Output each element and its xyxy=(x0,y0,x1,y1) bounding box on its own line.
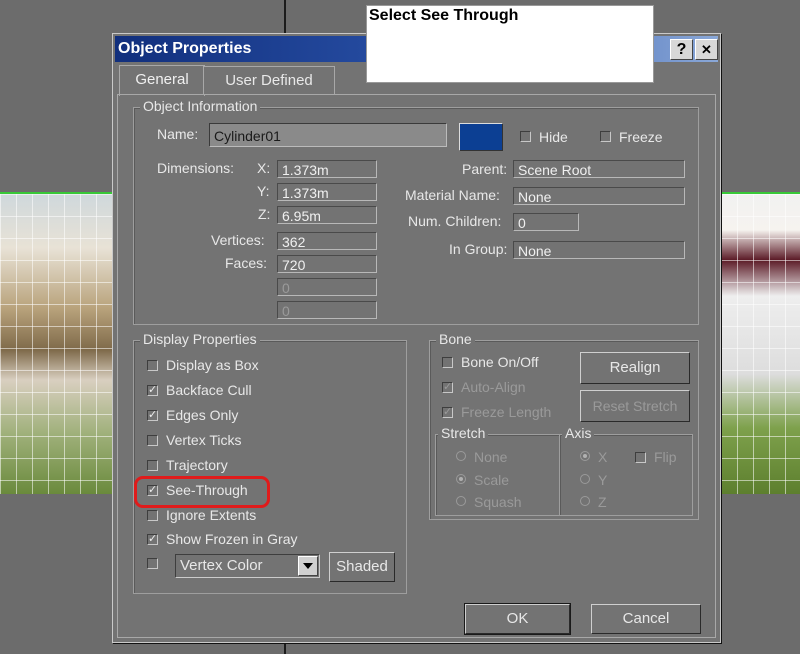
aircraft-photo-left xyxy=(0,192,114,494)
freeze-checkbox[interactable] xyxy=(600,131,611,142)
z-value: 6.95m xyxy=(277,206,377,224)
parent-value: Scene Root xyxy=(513,160,685,178)
stretch-none-label: None xyxy=(474,449,508,465)
y-label: Y: xyxy=(257,183,270,199)
x-label: X: xyxy=(257,160,271,176)
y-value: 1.373m xyxy=(277,183,377,201)
freeze-label: Freeze xyxy=(619,129,663,145)
edges-only-checkbox[interactable]: ✓ xyxy=(147,410,158,421)
realign-button[interactable]: Realign xyxy=(580,352,690,384)
in-group-value: None xyxy=(513,241,685,259)
display-properties-label: Display Properties xyxy=(140,331,260,347)
object-color-swatch[interactable] xyxy=(459,123,503,151)
see-through-highlight xyxy=(134,476,270,508)
vertex-color-dropdown[interactable]: Vertex Color xyxy=(175,554,320,578)
axis-group: Axis xyxy=(559,425,693,516)
bone-on-off-checkbox[interactable] xyxy=(442,357,453,368)
num-children-value: 0 xyxy=(513,213,579,231)
flip-checkbox[interactable] xyxy=(635,452,646,463)
stretch-none-radio[interactable] xyxy=(456,451,466,461)
parent-label: Parent: xyxy=(462,161,508,177)
dimensions-label: Dimensions: xyxy=(157,160,235,176)
vertex-ticks-checkbox[interactable] xyxy=(147,435,158,446)
ignore-extents-checkbox[interactable] xyxy=(147,510,158,521)
trajectory-label: Trajectory xyxy=(166,457,228,473)
ok-button[interactable]: OK xyxy=(464,603,571,635)
display-as-box-checkbox[interactable] xyxy=(147,360,158,371)
backface-cull-label: Backface Cull xyxy=(166,382,252,398)
flip-label: Flip xyxy=(654,449,677,465)
vertices-label: Vertices: xyxy=(211,232,265,248)
dialog-title: Object Properties xyxy=(118,40,252,57)
faces-value: 720 xyxy=(277,255,377,273)
display-as-box-label: Display as Box xyxy=(166,357,259,373)
vertex-color-checkbox[interactable] xyxy=(147,558,158,569)
x-value: 1.373m xyxy=(277,160,377,178)
material-name-value: None xyxy=(513,187,685,205)
axis-z-label: Z xyxy=(598,494,607,510)
backface-cull-checkbox[interactable]: ✓ xyxy=(147,385,158,396)
axis-label: Axis xyxy=(562,425,595,441)
auto-align-label: Auto-Align xyxy=(461,379,526,395)
bone-label: Bone xyxy=(436,331,475,347)
axis-x-radio[interactable] xyxy=(580,451,590,461)
stretch-scale-radio[interactable] xyxy=(456,474,466,484)
tab-general[interactable]: General xyxy=(119,65,205,96)
tab-user-defined[interactable]: User Defined xyxy=(203,66,335,95)
reset-stretch-button[interactable]: Reset Stretch xyxy=(580,390,690,422)
aircraft-photo-right xyxy=(721,192,800,494)
material-name-label: Material Name: xyxy=(405,187,500,203)
chevron-down-icon[interactable] xyxy=(298,556,318,576)
cancel-button[interactable]: Cancel xyxy=(591,604,701,634)
z-label: Z: xyxy=(258,206,271,222)
object-information-label: Object Information xyxy=(140,98,261,114)
trajectory-checkbox[interactable] xyxy=(147,460,158,471)
freeze-length-checkbox[interactable]: ✓ xyxy=(442,407,453,418)
num-children-label: Num. Children: xyxy=(408,213,502,229)
auto-align-checkbox[interactable]: ✓ xyxy=(442,382,453,393)
show-frozen-in-gray-label: Show Frozen in Gray xyxy=(166,531,298,547)
vertex-ticks-label: Vertex Ticks xyxy=(166,432,242,448)
freeze-length-label: Freeze Length xyxy=(461,404,552,420)
vertex-color-value: Vertex Color xyxy=(180,557,263,574)
stretch-squash-radio[interactable] xyxy=(456,496,466,506)
name-label: Name: xyxy=(157,126,199,142)
faces-label: Faces: xyxy=(225,255,268,271)
axis-y-label: Y xyxy=(598,472,608,488)
help-button[interactable]: ? xyxy=(670,39,693,60)
hide-label: Hide xyxy=(539,129,568,145)
extra-value-2: 0 xyxy=(277,301,377,319)
axis-y-radio[interactable] xyxy=(580,474,590,484)
shaded-button[interactable]: Shaded xyxy=(329,552,395,582)
axis-z-radio[interactable] xyxy=(580,496,590,506)
in-group-label: In Group: xyxy=(449,241,508,257)
bone-on-off-label: Bone On/Off xyxy=(461,354,539,370)
name-field[interactable]: Cylinder01 xyxy=(209,123,447,147)
stretch-squash-label: Squash xyxy=(474,494,522,510)
extra-value-1: 0 xyxy=(277,278,377,296)
object-properties-dialog: Object Properties ? ✕ General User Defin… xyxy=(112,33,721,643)
axis-x-label: X xyxy=(598,449,608,465)
instruction-callout: Select See Through xyxy=(366,5,654,83)
hide-checkbox[interactable] xyxy=(520,131,531,142)
close-button[interactable]: ✕ xyxy=(695,39,718,60)
edges-only-label: Edges Only xyxy=(166,407,239,423)
show-frozen-in-gray-checkbox[interactable]: ✓ xyxy=(147,534,158,545)
stretch-label: Stretch xyxy=(438,425,489,441)
stretch-scale-label: Scale xyxy=(474,472,510,488)
vertices-value: 362 xyxy=(277,232,377,250)
ignore-extents-label: Ignore Extents xyxy=(166,507,257,523)
